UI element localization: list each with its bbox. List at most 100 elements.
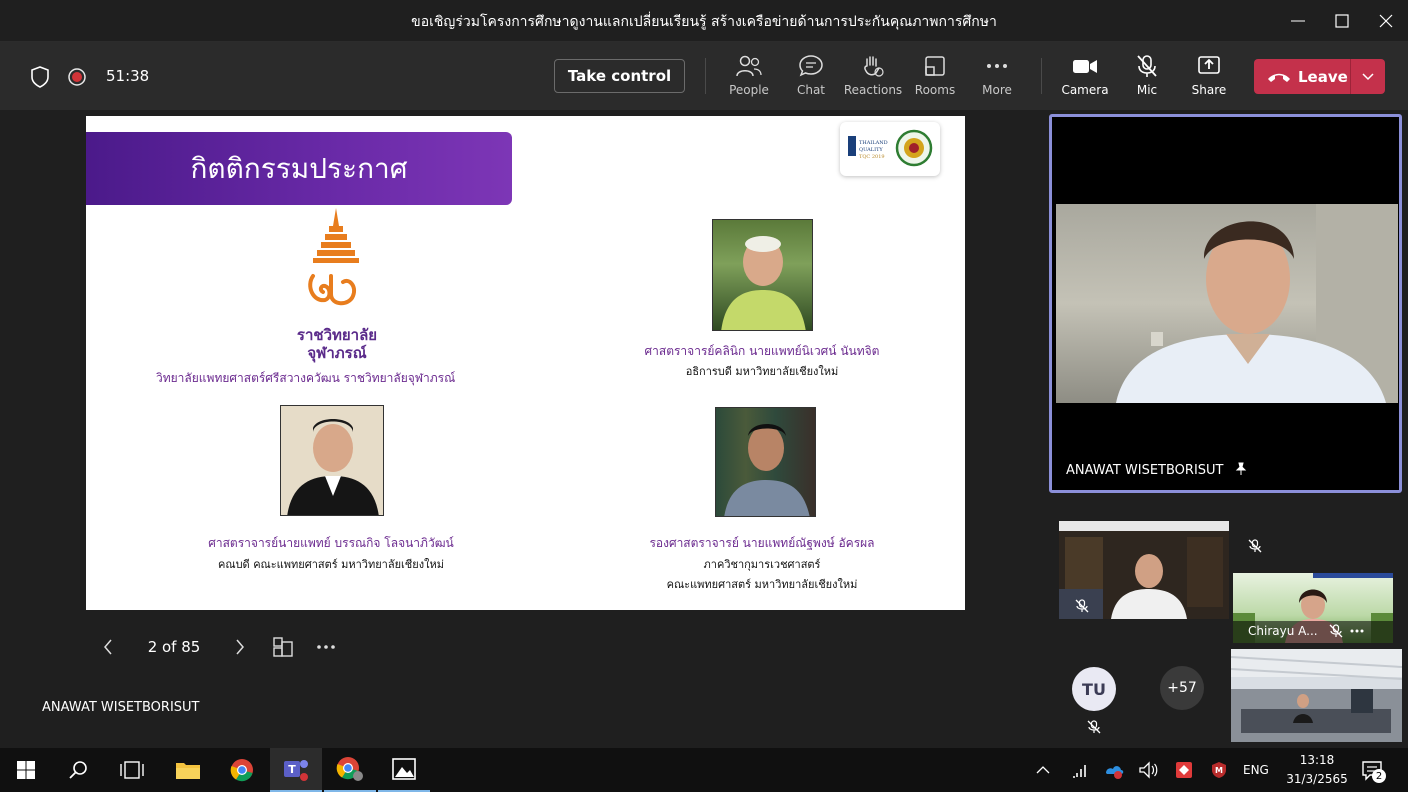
- presenter-name-label: ANAWAT WISETBORISUT: [42, 700, 200, 715]
- maximize-icon: [1335, 14, 1349, 28]
- toolbar-divider: [705, 58, 706, 94]
- reactions-icon: [864, 56, 884, 77]
- next-slide-button[interactable]: [230, 635, 250, 659]
- photos-button[interactable]: [378, 748, 430, 792]
- people-button[interactable]: People: [718, 54, 780, 104]
- search-button[interactable]: [52, 748, 104, 792]
- reactions-button[interactable]: Reactions: [842, 54, 904, 104]
- person1-photo: [712, 219, 813, 331]
- mic-button[interactable]: Mic: [1116, 54, 1178, 104]
- slide-more-button[interactable]: [314, 635, 338, 659]
- participant-tile-1[interactable]: [1059, 521, 1229, 619]
- quality-logos: THAILAND QUALITY TQC 2019: [840, 122, 940, 176]
- task-view-button[interactable]: [106, 748, 158, 792]
- chrome-profile-button[interactable]: [324, 748, 376, 792]
- slide-grid-button[interactable]: [272, 635, 294, 659]
- toolbar-divider: [1041, 58, 1042, 94]
- chevron-left-icon: [104, 639, 112, 655]
- anydesk-icon[interactable]: [1175, 761, 1193, 779]
- previous-slide-button[interactable]: [98, 635, 118, 659]
- camera-icon: [1073, 60, 1097, 73]
- leave-label: Leave: [1298, 67, 1348, 86]
- chulabhorn-logo-name: ราชวิทยาลัย จุฬาภรณ์: [296, 326, 378, 362]
- chevron-up-icon[interactable]: [1036, 765, 1050, 775]
- hang-up-icon: [1268, 73, 1290, 82]
- rooms-icon: [925, 56, 945, 76]
- pinned-participant-name: ANAWAT WISETBORISUT: [1066, 462, 1248, 478]
- file-explorer-button[interactable]: [162, 748, 214, 792]
- svg-text:THAILAND: THAILAND: [859, 140, 888, 146]
- chrome-button[interactable]: [216, 748, 268, 792]
- rooms-button[interactable]: Rooms: [904, 54, 966, 104]
- mic-label: Mic: [1136, 83, 1158, 97]
- slide-navigation: 2 of 85: [98, 630, 338, 664]
- shield-icon[interactable]: [30, 66, 50, 92]
- person3-title-line1: ภาควิชากุมารเวชศาสตร์: [703, 558, 821, 571]
- mic-muted-icon: [1137, 55, 1157, 77]
- chat-icon: [799, 55, 823, 77]
- participant-name-chirayu: Chirayu A...: [1248, 624, 1318, 638]
- chulabhorn-caption: วิทยาลัยแพทยศาสตร์ศรีสวางควัฒน ราชวิทยาล…: [156, 371, 456, 385]
- more-icon: [317, 645, 335, 649]
- camera-label: Camera: [1061, 83, 1109, 97]
- more-participants-button[interactable]: +57: [1160, 666, 1204, 710]
- teams-button[interactable]: T: [270, 748, 322, 792]
- leave-button-group: Leave: [1254, 59, 1385, 94]
- share-button[interactable]: Share: [1178, 54, 1240, 104]
- person2-title: คณบดี คณะแพทยศาสตร์ มหาวิทยาลัยเชียงใหม่: [218, 558, 444, 571]
- participant-video: [1056, 204, 1398, 403]
- participant-tile-room[interactable]: [1231, 649, 1402, 742]
- people-label: People: [729, 83, 769, 97]
- rooms-label: Rooms: [914, 83, 956, 97]
- recording-icon: [67, 67, 87, 91]
- chat-label: Chat: [796, 83, 826, 97]
- camera-button[interactable]: Camera: [1054, 54, 1116, 104]
- clock-time[interactable]: 13:18: [1290, 753, 1344, 767]
- search-icon: [69, 761, 87, 779]
- input-language[interactable]: ENG: [1243, 763, 1269, 777]
- shared-slide: กิตติกรรมประกาศ THAILAND QUALITY TQC 201…: [86, 116, 965, 610]
- participant-avatar-tu[interactable]: TU: [1072, 667, 1116, 711]
- windows-logo-icon: [17, 761, 35, 779]
- person2-name: ศาสตราจารย์นายแพทย์ บรรณกิจ โลจนาภิวัฒน์: [208, 536, 454, 550]
- task-view-icon: [120, 761, 144, 779]
- person1-title: อธิการบดี มหาวิทยาลัยเชียงใหม่: [685, 365, 839, 378]
- pinned-video-tile[interactable]: ANAWAT WISETBORISUT: [1049, 114, 1402, 493]
- svg-text:TQC 2019: TQC 2019: [859, 154, 885, 160]
- participant-tile-muted[interactable]: [1233, 521, 1278, 571]
- onedrive-icon[interactable]: [1104, 761, 1124, 779]
- close-icon: [1379, 14, 1393, 28]
- clock-date[interactable]: 31/3/2565: [1280, 772, 1354, 786]
- svg-text:T: T: [288, 763, 296, 776]
- teams-icon: T: [284, 760, 308, 781]
- start-button[interactable]: [0, 748, 52, 792]
- more-icon[interactable]: [1349, 628, 1365, 634]
- participant-tile-chirayu[interactable]: Chirayu A...: [1233, 573, 1393, 643]
- minimize-icon: [1291, 20, 1305, 22]
- leave-button[interactable]: Leave: [1254, 59, 1350, 94]
- meeting-toolbar: 51:38 Take control People Chat Reactions…: [0, 42, 1408, 110]
- volume-icon[interactable]: [1139, 761, 1159, 779]
- minimize-button[interactable]: [1285, 8, 1311, 34]
- slide-grid-icon: [273, 637, 293, 657]
- wifi-icon[interactable]: [1072, 762, 1090, 778]
- leave-options-button[interactable]: [1351, 59, 1385, 94]
- more-button[interactable]: More: [966, 54, 1028, 104]
- mic-muted-icon: [1248, 539, 1262, 553]
- maximize-button[interactable]: [1329, 8, 1355, 34]
- photos-icon: [392, 758, 416, 780]
- notification-center-button[interactable]: 2: [1362, 760, 1386, 783]
- close-button[interactable]: [1373, 8, 1399, 34]
- chat-button[interactable]: Chat: [780, 54, 842, 104]
- take-control-button[interactable]: Take control: [554, 59, 685, 93]
- slide-banner-title: กิตติกรรมประกาศ: [86, 132, 512, 205]
- chulabhorn-logo: [301, 206, 371, 321]
- mic-muted-icon: [1087, 720, 1101, 734]
- security-shield-icon[interactable]: M: [1210, 761, 1228, 779]
- svg-text:QUALITY: QUALITY: [859, 147, 883, 153]
- share-icon: [1198, 56, 1220, 74]
- person3-name: รองศาสตราจารย์ นายแพทย์ณัฐพงษ์ อัครผล: [649, 536, 875, 550]
- pin-icon[interactable]: [1234, 462, 1248, 476]
- mic-muted-icon: [1075, 599, 1089, 613]
- svg-text:M: M: [1215, 766, 1223, 775]
